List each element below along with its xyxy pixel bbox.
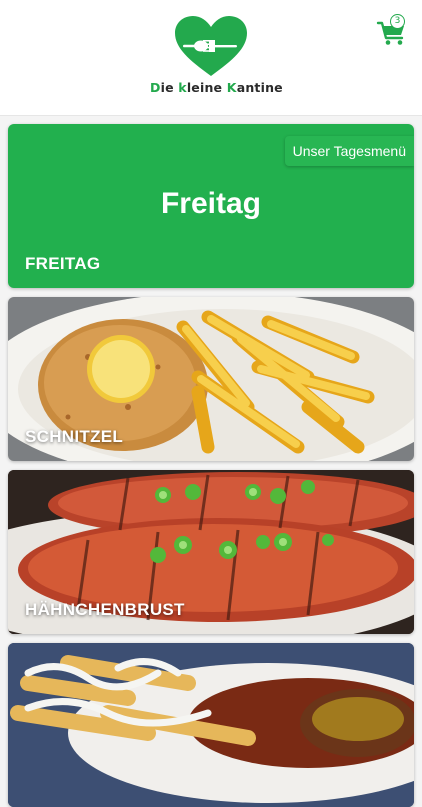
logo[interactable]: Die kleine Kantine [150, 16, 283, 100]
currywurst-photo [8, 643, 414, 807]
todays-menu-card[interactable]: Freitag Unser Tagesmenü FREITAG [8, 124, 414, 288]
menu-item-currywurst[interactable] [8, 643, 414, 807]
card-label: HÄHNCHENBRUST [25, 600, 185, 619]
card-label: SCHNITZEL [25, 427, 124, 446]
app-header: Die kleine Kantine 3 [0, 0, 422, 116]
daily-menu-tag: Unser Tagesmenü [284, 136, 414, 166]
menu-item-haehnchenbrust[interactable]: HÄHNCHENBRUST [8, 470, 414, 634]
card-label: FREITAG [25, 254, 101, 273]
cart-button[interactable]: 3 [376, 14, 410, 46]
today-title: Freitag [160, 187, 262, 220]
cart-count-badge: 3 [390, 14, 405, 29]
logo-text: Die kleine Kantine [150, 80, 283, 95]
heart-logo-icon [175, 16, 247, 76]
menu-item-schnitzel[interactable]: SCHNITZEL [8, 297, 414, 461]
